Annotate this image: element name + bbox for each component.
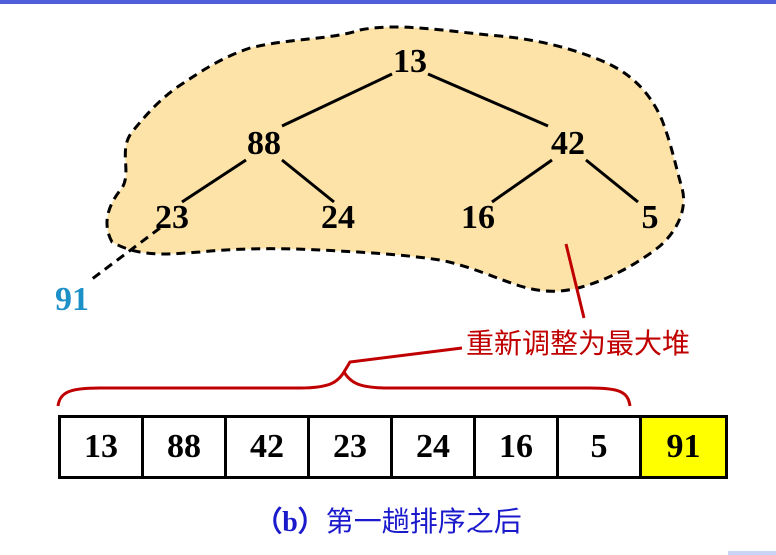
array-cell-sorted: 91 xyxy=(642,418,725,476)
corner-accent xyxy=(728,551,776,555)
removed-node-91: 91 xyxy=(55,281,89,318)
array-row: 13 88 42 23 24 16 5 91 xyxy=(58,415,728,479)
annotation-text: 重新调整为最大堆 xyxy=(466,327,691,360)
node-16: 16 xyxy=(461,199,495,236)
node-23: 23 xyxy=(155,199,189,236)
node-88: 88 xyxy=(247,125,281,162)
array-cell: 13 xyxy=(61,418,144,476)
array-cell: 23 xyxy=(310,418,393,476)
array-cell: 42 xyxy=(227,418,310,476)
node-24: 24 xyxy=(321,199,355,236)
annotation-connector xyxy=(342,346,463,373)
caption-prefix: （b） xyxy=(254,507,326,538)
array-cell: 88 xyxy=(144,418,227,476)
caption-text: 第一趟排序之后 xyxy=(325,505,522,538)
array-cell: 24 xyxy=(393,418,476,476)
node-42: 42 xyxy=(551,125,585,162)
range-brace xyxy=(56,369,632,407)
figure-caption: （b）第一趟排序之后 xyxy=(0,500,776,540)
node-13: 13 xyxy=(393,43,427,80)
array-cell: 16 xyxy=(476,418,559,476)
node-5: 5 xyxy=(642,199,659,236)
array-cell: 5 xyxy=(559,418,642,476)
